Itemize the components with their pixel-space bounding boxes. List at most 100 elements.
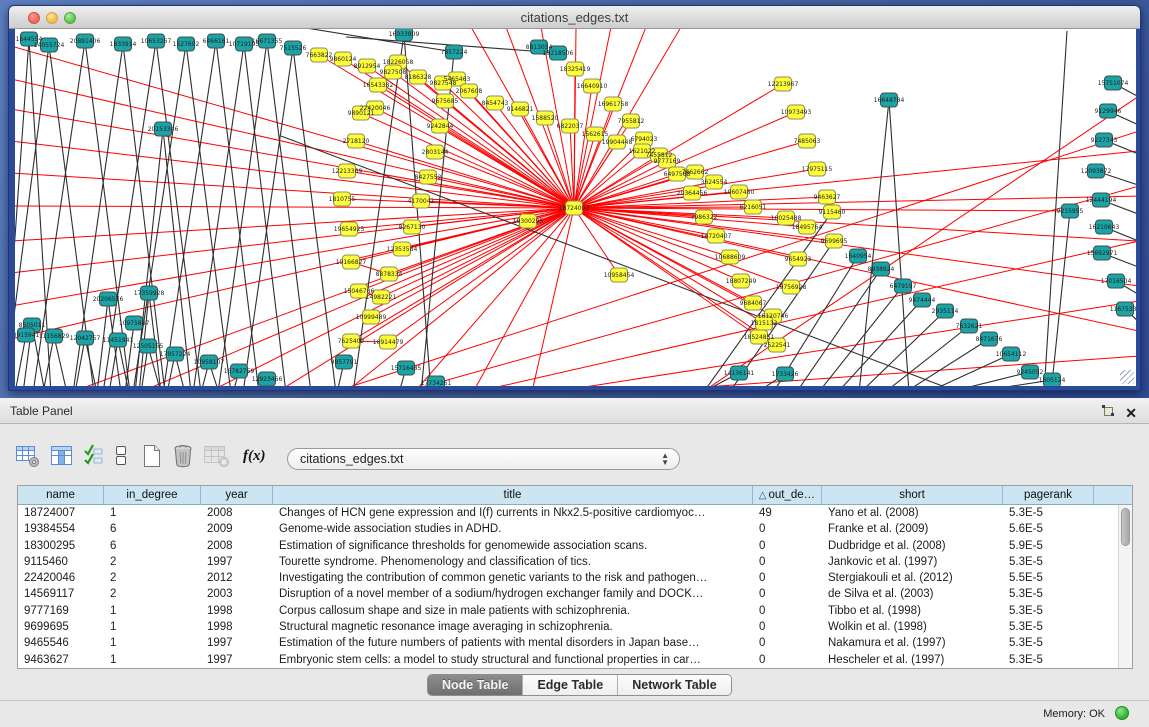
table-select-dropdown[interactable]: citations_edges.txt ▲▼ [287,448,680,470]
table-cell[interactable]: Yano et al. (2008) [822,505,1003,521]
graph-edge[interactable] [244,44,286,386]
graph-edge[interactable] [818,286,903,386]
table-cell[interactable]: 9777169 [18,603,104,619]
table-cell[interactable]: Tibbo et al. (1998) [822,603,1003,619]
table-cell[interactable]: 2008 [201,505,273,521]
table-cell[interactable]: 0 [753,603,822,619]
table-cell[interactable]: 5.3E-5 [1003,652,1094,668]
table-cell[interactable]: 5.3E-5 [1003,603,1094,619]
table-cell[interactable]: 9115460 [18,554,104,570]
close-panel-icon[interactable]: ✕ [1125,406,1137,420]
table-cell[interactable]: 5.5E-5 [1003,570,1094,586]
graph-edge[interactable] [859,100,889,386]
table-cell[interactable]: 2009 [201,521,273,537]
table-cell[interactable]: 49 [753,505,822,521]
table-cell[interactable]: Franke et al. (2009) [822,521,1003,537]
table-cell[interactable]: 1997 [201,635,273,651]
graph-edge[interactable] [574,86,592,208]
graph-edge[interactable] [389,208,574,274]
graph-edge[interactable] [193,44,244,386]
table-cell[interactable]: 6 [104,521,201,537]
table-cell[interactable]: 2012 [201,570,273,586]
graph-edge[interactable] [574,208,759,337]
table-cell[interactable]: Estimation of the future numbers of pati… [273,635,753,651]
table-cell[interactable]: 1 [104,505,201,521]
table-mode-icon[interactable] [15,442,41,470]
graph-edge[interactable] [884,326,969,386]
column-header-name[interactable]: name [18,486,104,505]
table-row[interactable]: 946554611997Estimation of the future num… [18,635,1132,651]
table-cell[interactable]: Structural magnetic resonance image aver… [273,619,753,635]
table-cell[interactable]: 9699695 [18,619,104,635]
table-cell[interactable]: Tourette syndrome. Phenomenology and cla… [273,554,753,570]
table-row[interactable]: 2242004622012Investigating the contribut… [18,570,1132,586]
graph-edge[interactable] [15,46,574,208]
table-cell[interactable]: 22420046 [18,570,104,586]
table-cell[interactable]: 0 [753,635,822,651]
function-builder-icon[interactable]: f(x) [243,442,266,470]
table-cell[interactable]: 14569117 [18,586,104,602]
table-cell[interactable]: 5.3E-5 [1003,505,1094,521]
tab-node-table[interactable]: Node Table [428,675,523,695]
column-header-pagerank[interactable]: pagerank [1003,486,1094,505]
column-header-title[interactable]: title [273,486,753,505]
table-cell[interactable]: Investigating the contribution of common… [273,570,753,586]
table-cell[interactable]: 0 [753,619,822,635]
table-cell[interactable]: 0 [753,570,822,586]
table-cell[interactable]: Nakamura et al. (1997) [822,635,1003,651]
graph-edge[interactable] [574,196,1136,208]
table-cell[interactable]: 0 [753,652,822,668]
table-cell[interactable]: Stergiakouli et al. (2012) [822,570,1003,586]
graph-edge[interactable] [293,48,336,386]
column-header-out_de[interactable]: △out_de… [753,486,822,505]
table-cell[interactable]: Wolkin et al. (1998) [822,619,1003,635]
table-cell[interactable]: 5.3E-5 [1003,635,1094,651]
tab-network-table[interactable]: Network Table [618,675,731,695]
graph-edge[interactable] [574,69,575,208]
table-cell[interactable]: 19384554 [18,521,104,537]
table-cell[interactable]: 0 [753,586,822,602]
table-cell[interactable]: 1998 [201,619,273,635]
table-cell[interactable]: 0 [753,521,822,537]
graph-edge[interactable] [15,335,26,386]
column-header-in_degree[interactable]: in_degree [104,486,201,505]
table-cell[interactable]: 1 [104,619,201,635]
table-cell[interactable]: 18300295 [18,538,104,554]
table-cell[interactable]: Embryonic stem cells: a model to study s… [273,652,753,668]
table-cell[interactable]: 9463627 [18,652,104,668]
table-row[interactable]: 1938455462009Genome-wide association stu… [18,521,1132,537]
table-cell[interactable]: 2 [104,570,201,586]
float-panel-icon[interactable] [1101,403,1115,422]
new-column-icon[interactable] [140,442,164,470]
table-cell[interactable]: Genome-wide association studies in ADHD. [273,521,753,537]
table-cell[interactable]: 5.3E-5 [1003,586,1094,602]
table-row[interactable]: 977716911998Corpus callosum shape and si… [18,603,1132,619]
table-cell[interactable]: 1997 [201,554,273,570]
table-cell[interactable]: Hescheler et al. (1997) [822,652,1003,668]
graph-edge[interactable] [889,100,909,386]
select-all-icon[interactable] [83,442,105,470]
delete-icon[interactable] [170,442,196,470]
table-cell[interactable]: 0 [753,554,822,570]
table-cell[interactable]: 1997 [201,652,273,668]
tab-edge-table[interactable]: Edge Table [523,675,618,695]
table-cell[interactable]: 1 [104,603,201,619]
graph-edge[interactable] [267,41,311,386]
table-cell[interactable]: Changes of HCN gene expression and I(f) … [273,505,753,521]
table-cell[interactable]: 5.3E-5 [1003,554,1094,570]
row-layout-icon[interactable] [114,442,128,470]
graph-edge[interactable] [15,109,574,208]
table-row[interactable]: 969969511998Structural magnetic resonanc… [18,619,1132,635]
graph-edge[interactable] [125,323,134,386]
graph-edge[interactable] [186,44,231,386]
table-cell[interactable]: 2003 [201,586,273,602]
table-cell[interactable]: 2 [104,554,201,570]
table-cell[interactable]: Corpus callosum shape and size in male p… [273,603,753,619]
table-cell[interactable]: 5.3E-5 [1003,619,1094,635]
table-row[interactable]: 1830029562008Estimation of significance … [18,538,1132,554]
table-cell[interactable]: 2 [104,586,201,602]
graph-edge[interactable] [574,104,613,208]
table-cell[interactable]: 0 [753,538,822,554]
scrollbar-thumb[interactable] [1121,508,1130,546]
network-view-canvas[interactable]: 1872400718300295109584549860124891295418… [15,29,1136,386]
